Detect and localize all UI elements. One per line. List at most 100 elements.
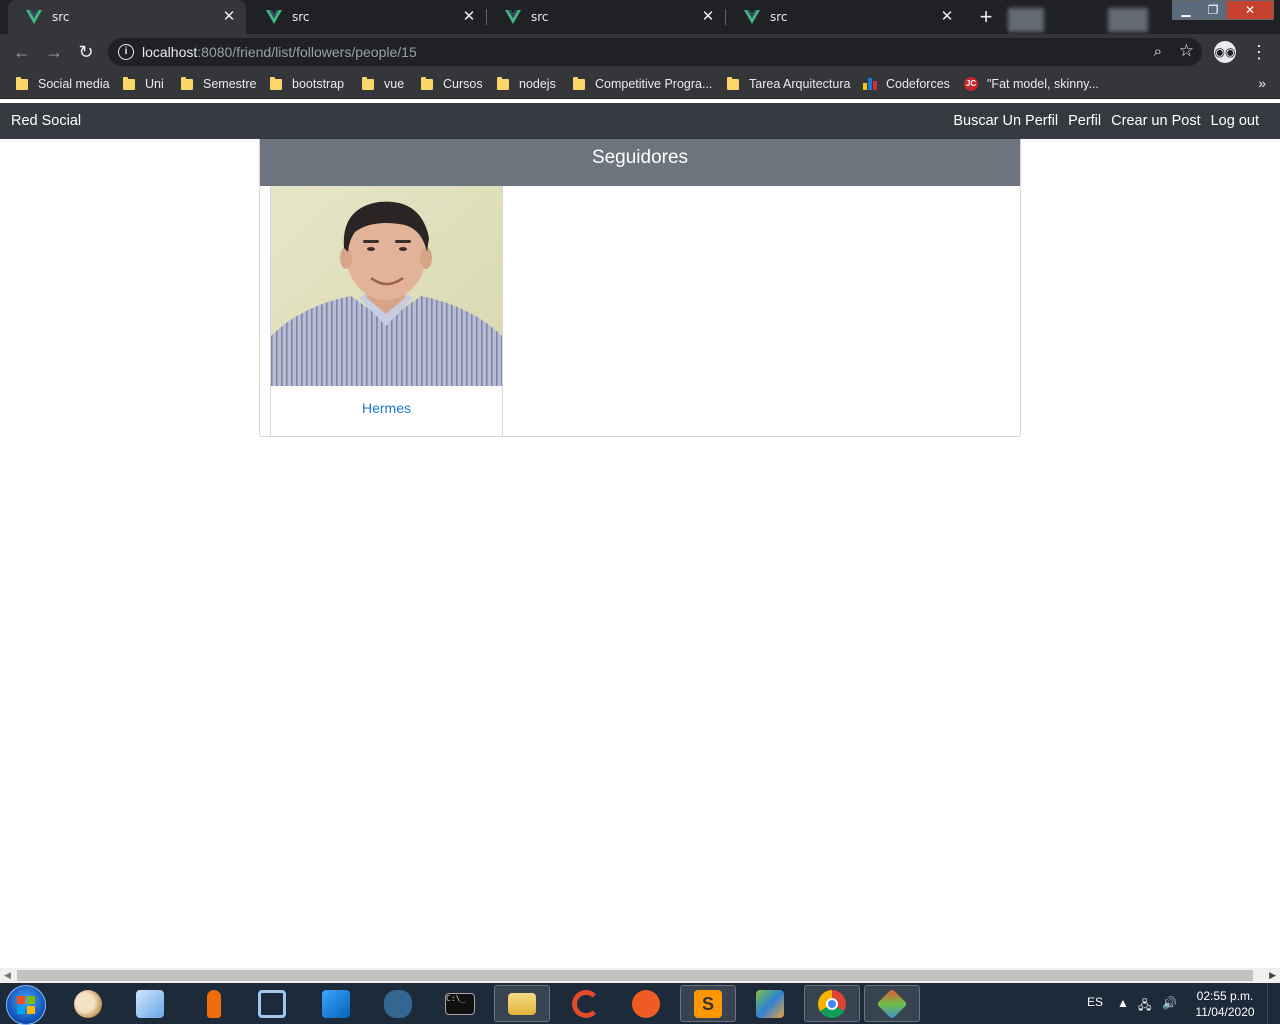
tab-title: src (770, 10, 788, 24)
tab-close-icon[interactable]: ✕ (699, 8, 717, 26)
scrollbar-thumb[interactable] (17, 970, 1253, 981)
clock-date: 11/04/2020 (1195, 1005, 1255, 1019)
ccleaner-icon (572, 989, 600, 1018)
terminal-icon: C:\_ (445, 992, 475, 1015)
taskbar-postgresql[interactable] (370, 985, 426, 1022)
taskbar-microphone[interactable] (186, 985, 242, 1022)
bookmark-item[interactable]: Competitive Progra... (573, 76, 712, 92)
taskbar-chrome[interactable] (804, 985, 860, 1022)
folder-icon (123, 76, 135, 90)
taskbar-file-explorer[interactable] (494, 985, 550, 1022)
tab-title: src (531, 10, 549, 24)
url-text[interactable]: localhost:8080/friend/list/followers/peo… (142, 44, 417, 60)
tab-close-icon[interactable]: ✕ (460, 8, 478, 26)
start-button[interactable] (6, 985, 46, 1025)
input-language[interactable]: ES (1087, 995, 1103, 1009)
windows-taskbar: C:\_ S ES ▲ 🖧 🔊 02:55 p.m. 11/04/2020 (0, 983, 1280, 1025)
incognito-profile-icon[interactable]: ◉◉ (1214, 41, 1236, 63)
taskbar-postman[interactable] (618, 985, 674, 1022)
folder-icon (727, 76, 739, 90)
browser-tab[interactable]: src ✕ (248, 0, 486, 34)
nav-logout-link[interactable]: Log out (1211, 113, 1259, 129)
vue-logo-icon (26, 9, 42, 25)
close-window-icon[interactable]: ✕ (1226, 0, 1274, 20)
scroll-left-icon[interactable]: ◀ (4, 970, 11, 981)
browser-menu-icon[interactable]: ⋮ (1250, 40, 1268, 64)
follower-card[interactable]: Hermes (270, 186, 503, 436)
taskbar-virtualbox-cube[interactable] (122, 985, 178, 1022)
taskbar-vmware[interactable] (244, 985, 300, 1022)
navbar-brand[interactable]: Red Social (11, 113, 81, 129)
bookmark-item[interactable]: JC "Fat model, skinny... (964, 76, 1099, 92)
browser-toolbar: ← → ↻ i localhost:8080/friend/list/follo… (0, 34, 1280, 70)
folder-icon (497, 76, 509, 90)
bookmark-item[interactable]: Semestre (181, 76, 257, 92)
zoom-icon[interactable]: ⌕ (1154, 43, 1162, 60)
taskbar-vscode[interactable] (308, 985, 364, 1022)
bookmark-star-icon[interactable]: ☆ (1179, 41, 1194, 61)
tab-close-icon[interactable]: ✕ (220, 8, 238, 26)
navbar-links: Buscar Un Perfil Perfil Crear un Post Lo… (953, 113, 1259, 129)
reload-icon[interactable]: ↻ (74, 40, 98, 64)
bookmark-item[interactable]: nodejs (497, 76, 556, 92)
follower-photo[interactable] (271, 186, 502, 386)
network-icon[interactable]: 🖧 (1138, 996, 1151, 1017)
clock-time: 02:55 p.m. (1196, 989, 1254, 1003)
chrome-icon (818, 989, 846, 1018)
taskbar-virtualbox[interactable] (742, 985, 798, 1022)
nav-create-post-link[interactable]: Crear un Post (1111, 113, 1200, 129)
folder-icon (508, 992, 536, 1015)
microphone-icon (207, 989, 221, 1018)
cube-icon (136, 989, 164, 1018)
maximize-icon[interactable]: ❐ (1200, 0, 1226, 20)
postman-icon (632, 989, 660, 1018)
windows-logo-icon (17, 996, 35, 1014)
taskbar-sublime-text[interactable]: S (680, 985, 736, 1022)
followers-card: Seguidores Hermes (259, 139, 1021, 437)
taskbar-git[interactable] (864, 985, 920, 1022)
bookmark-item[interactable]: vue (362, 76, 404, 92)
taskbar-paint[interactable] (60, 985, 116, 1022)
codeforces-icon (863, 78, 877, 90)
browser-tab[interactable]: src ✕ (487, 0, 725, 34)
browser-tab[interactable]: src ✕ (726, 0, 964, 34)
bookmark-item[interactable]: Social media (16, 76, 110, 92)
minimize-icon[interactable]: ▁ (1172, 0, 1200, 20)
paint-icon (74, 989, 102, 1018)
nav-search-profile-link[interactable]: Buscar Un Perfil (953, 113, 1058, 129)
elephant-icon (384, 989, 412, 1018)
back-arrow-icon[interactable]: ← (10, 40, 34, 64)
folder-icon (270, 76, 282, 90)
bookmark-item[interactable]: Codeforces (863, 76, 950, 92)
address-bar[interactable]: i localhost:8080/friend/list/followers/p… (108, 38, 1202, 66)
show-desktop-button[interactable] (1267, 983, 1280, 1024)
taskbar-terminal[interactable]: C:\_ (432, 985, 488, 1022)
volume-icon[interactable]: 🔊 (1162, 996, 1177, 1010)
nav-profile-link[interactable]: Perfil (1068, 113, 1101, 129)
vue-logo-icon (505, 9, 521, 25)
virtualbox-icon (756, 989, 784, 1018)
card-title: Seguidores (260, 139, 1020, 186)
forward-arrow-icon[interactable]: → (42, 40, 66, 64)
bookmarks-bar: Social media Uni Semestre bootstrap vue … (0, 70, 1280, 99)
taskbar-ccleaner[interactable] (558, 985, 614, 1022)
site-info-icon[interactable]: i (118, 44, 134, 60)
horizontal-scrollbar[interactable]: ◀ ▶ (0, 968, 1280, 983)
bookmark-item[interactable]: Cursos (421, 76, 483, 92)
folder-icon (362, 76, 374, 90)
bookmark-item[interactable]: bootstrap (270, 76, 344, 92)
folder-icon (16, 76, 28, 90)
tray-expand-icon[interactable]: ▲ (1117, 996, 1129, 1010)
taskbar-clock[interactable]: 02:55 p.m. 11/04/2020 (1188, 988, 1262, 1020)
vscode-icon (322, 989, 350, 1018)
new-tab-button[interactable]: + (973, 4, 999, 30)
jc-icon: JC (964, 77, 978, 91)
follower-name-link[interactable]: Hermes (271, 400, 502, 416)
vue-logo-icon (266, 9, 282, 25)
bookmark-item[interactable]: Uni (123, 76, 164, 92)
more-bookmarks-icon[interactable]: » (1258, 75, 1266, 91)
browser-tab[interactable]: src ✕ (8, 0, 246, 34)
tab-close-icon[interactable]: ✕ (938, 8, 956, 26)
scroll-right-icon[interactable]: ▶ (1269, 970, 1276, 981)
bookmark-item[interactable]: Tarea Arquitectura (727, 76, 850, 92)
